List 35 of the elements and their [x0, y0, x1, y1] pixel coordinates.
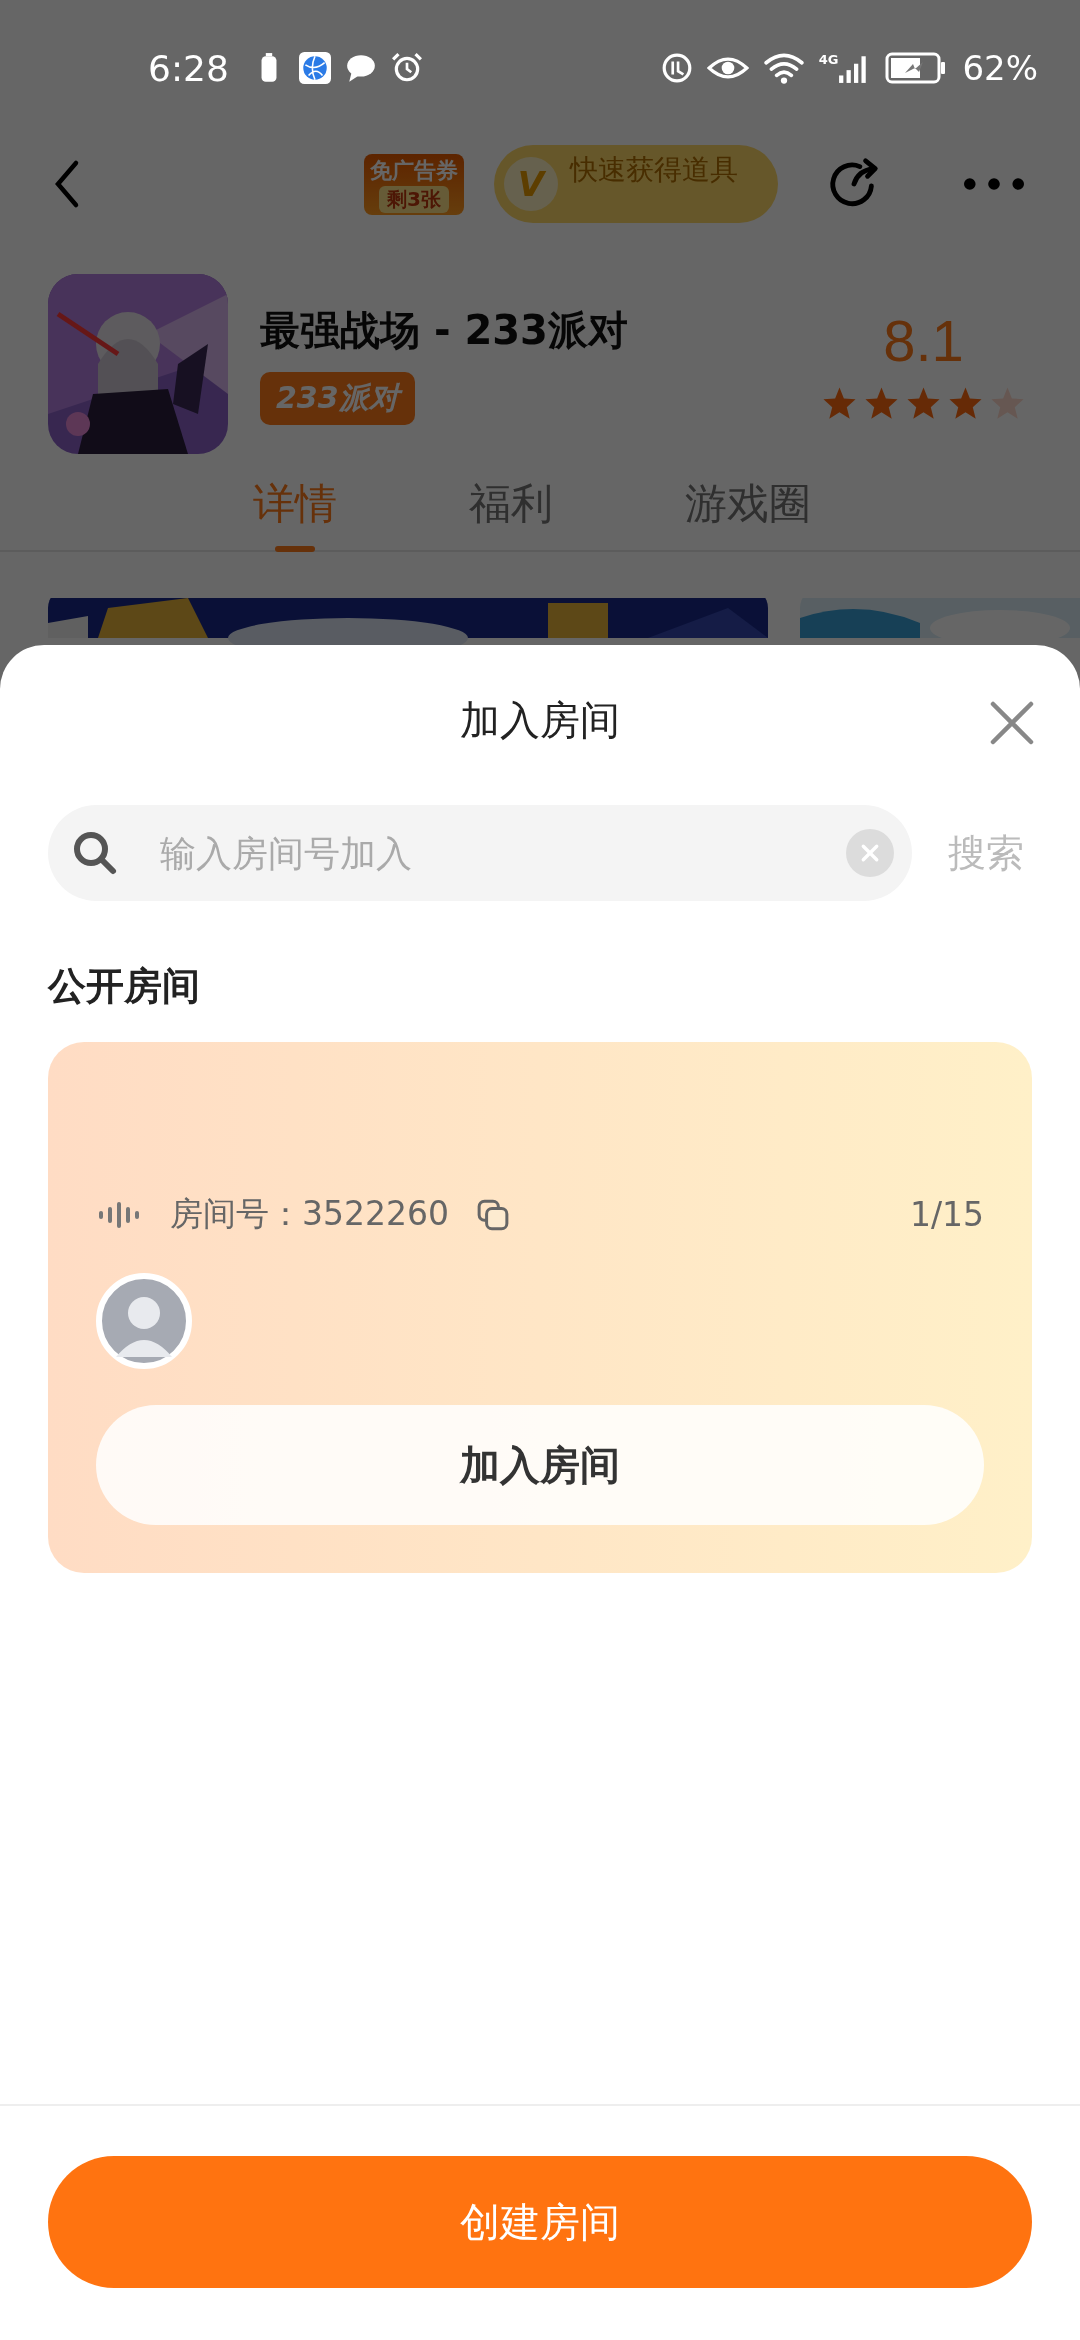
wifi-icon	[762, 52, 805, 84]
section-title: 公开房间	[46, 963, 201, 1010]
tab[interactable]: 详情	[253, 476, 337, 552]
globe-app-icon	[298, 52, 331, 84]
create-room-button[interactable]: 创建房间	[48, 2156, 1032, 2288]
alarm-clock-icon	[390, 52, 423, 84]
search-field[interactable]: 输入房间号加入	[48, 805, 912, 901]
sound-wave-icon	[98, 1201, 142, 1228]
join-room-button[interactable]: 加入房间	[96, 1405, 984, 1525]
filled-star-icon	[864, 386, 899, 421]
v-badge: V	[504, 157, 558, 211]
room-number: 房间号：3522260	[170, 1193, 449, 1235]
filled-star-icon	[906, 386, 941, 421]
coupon-title: 免广告券	[370, 156, 458, 185]
battery-percentage: 62%	[962, 48, 1038, 88]
search-input[interactable]: 输入房间号加入	[158, 831, 846, 875]
game-tag: 233派对	[260, 372, 415, 425]
clock-time: 6:28	[148, 47, 229, 89]
filled-star-icon	[948, 386, 983, 421]
coupon-count: 剩3张	[379, 185, 449, 213]
network-type-label: 4G	[818, 52, 839, 67]
close-icon[interactable]	[990, 701, 1034, 745]
chat-bubble-icon	[344, 52, 377, 84]
avatar-icon	[96, 1273, 192, 1369]
room-occupancy: 1/15	[909, 1195, 984, 1234]
sheet-title: 加入房间	[460, 696, 620, 745]
data-saver-icon	[660, 52, 693, 84]
search-button[interactable]: 搜索	[948, 827, 1024, 879]
filled-star-icon	[822, 386, 857, 421]
game-title: 最强战场 - 233派对	[260, 306, 628, 355]
rating-score: 8.1	[883, 307, 964, 374]
search-icon	[72, 830, 118, 876]
copy-icon[interactable]	[477, 1198, 509, 1231]
more-icon[interactable]	[963, 177, 1025, 191]
coupon-badge[interactable]: 免广告券 剩3张	[364, 153, 464, 215]
